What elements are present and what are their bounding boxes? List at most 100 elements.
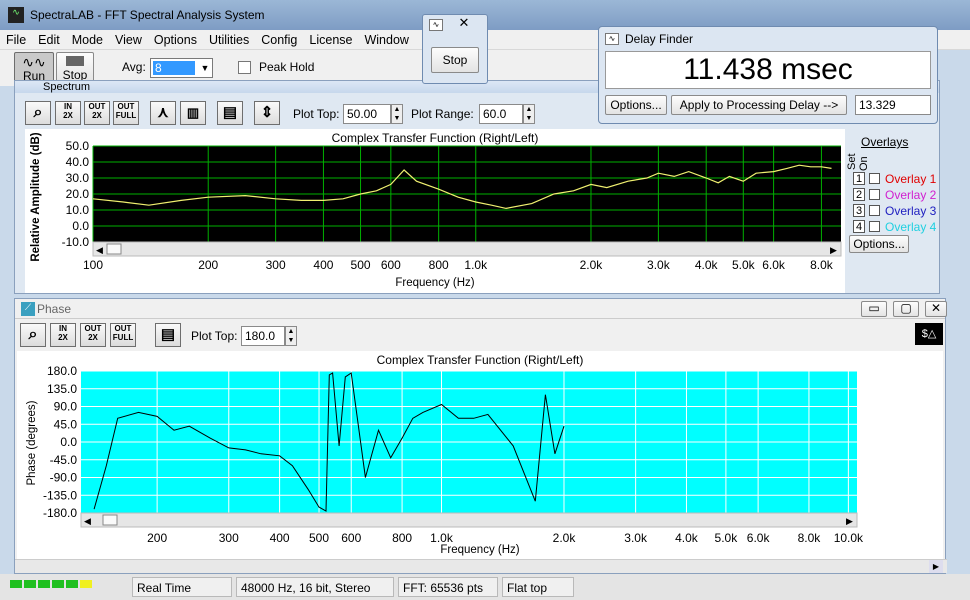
overlay-row: 3 Overlay 3: [853, 203, 943, 219]
spectrum-ytick: 10.0: [66, 203, 90, 217]
plot-top-input[interactable]: 50.00: [343, 104, 391, 124]
scroll-right-icon: ▶: [846, 516, 853, 526]
phase-hscrollbar[interactable]: ▶: [15, 559, 947, 573]
phase-ytick: 180.0: [47, 364, 77, 378]
phase-zoom-out-full-icon[interactable]: OUT FULL: [110, 323, 136, 347]
chevron-down-icon: ▼: [200, 63, 210, 73]
status-bar: Real Time 48000 Hz, 16 bit, Stereo FFT: …: [0, 574, 970, 600]
dialog-stop-button[interactable]: Stop: [431, 47, 479, 73]
spectrum-xtick: 600: [381, 258, 401, 272]
phase-window: ⟋ Phase ▭ ▢ ✕ ⌕ IN 2X OUT 2X OUT FULL ▤ Plo…: [14, 298, 947, 574]
zoom-in-factor: 2X: [63, 111, 73, 120]
delay-options-button[interactable]: Options...: [605, 95, 667, 115]
phase-zoom-in-label: IN: [59, 324, 67, 333]
spectrum-xtick: 6.0k: [762, 258, 786, 272]
phase-ytick: 90.0: [54, 400, 78, 414]
menu-utilities[interactable]: Utilities: [203, 30, 255, 47]
overlay-options-button[interactable]: Options...: [849, 235, 909, 253]
scroll-right-icon[interactable]: ▶: [929, 560, 943, 573]
marker-toggle-icon[interactable]: $△: [915, 323, 943, 345]
phase-plot-top-spinner[interactable]: ▲ ▼: [285, 326, 297, 346]
minimize-button[interactable]: ▭: [861, 301, 887, 317]
spectrum-xtick: 8.0k: [810, 258, 834, 272]
menu-config[interactable]: Config: [255, 30, 303, 47]
peak-hold-label: Peak Hold: [259, 60, 315, 74]
apply-delay-button[interactable]: Apply to Processing Delay -->: [671, 95, 847, 115]
zoom-full-label: OUT: [117, 102, 135, 111]
zoom-in-label: IN: [64, 102, 72, 111]
delay-field[interactable]: 13.329: [855, 95, 931, 115]
phase-zoom-icon[interactable]: ⌕: [20, 323, 46, 347]
phase-title-text: Phase: [37, 302, 72, 316]
zoom-out-2x-icon[interactable]: OUT 2X: [84, 101, 110, 125]
overlay-on-checkbox[interactable]: [869, 173, 880, 184]
peak-marker-icon[interactable]: ⋏: [150, 101, 176, 125]
spectrum-xtick: 1.0k: [464, 258, 488, 272]
spectrum-hscrollbar: [92, 241, 842, 257]
avg-select[interactable]: 8 ▼: [150, 58, 213, 78]
phase-chart: 180.0 135.0 90.0 45.0 0.0 -45.0 -90.0 -135.0 -18…: [43, 364, 864, 545]
status-fft: FFT: 65536 pts: [398, 577, 498, 597]
status-mode: Real Time: [132, 577, 232, 597]
phase-zoom-in-2x-icon[interactable]: IN 2X: [50, 323, 76, 347]
close-button[interactable]: ✕: [925, 301, 947, 317]
overlay-set-button[interactable]: 2: [853, 188, 865, 201]
plot-range-spinner[interactable]: ▲ ▼: [523, 104, 535, 124]
phase-plot-scrollbar: [80, 512, 858, 528]
scroll-right-icon: ▶: [830, 245, 837, 255]
overlay-on-checkbox[interactable]: [869, 221, 880, 232]
delay-finder-icon: ∿: [605, 33, 619, 45]
zoom-out-label: OUT: [88, 102, 106, 111]
menu-license[interactable]: License: [303, 30, 358, 47]
stop-square-icon: [66, 56, 84, 66]
phase-table-icon[interactable]: ▤: [155, 323, 181, 347]
overlay-on-checkbox[interactable]: [869, 189, 880, 200]
spectrum-xtick: 800: [429, 258, 449, 272]
overlay-set-button[interactable]: 3: [853, 204, 865, 217]
overlay-row: 2 Overlay 2: [853, 187, 943, 203]
table-icon[interactable]: ▤: [217, 101, 243, 125]
phase-xtick: 500: [309, 531, 329, 545]
menu-view[interactable]: View: [109, 30, 148, 47]
phase-scroll-thumb: [102, 514, 118, 526]
delay-finder-title: Delay Finder: [625, 32, 694, 46]
spectrum-xtick: 4.0k: [695, 258, 719, 272]
menu-window[interactable]: Window: [358, 30, 414, 47]
spectrum-xtick: 3.0k: [647, 258, 671, 272]
phase-xtick: 5.0k: [715, 531, 739, 545]
phase-zoom-out-label: OUT: [84, 324, 102, 333]
zoom-in-2x-icon[interactable]: IN 2X: [55, 101, 81, 125]
menu-mode[interactable]: Mode: [66, 30, 109, 47]
plot-range-input[interactable]: 60.0: [479, 104, 523, 124]
zoom-full-factor: FULL: [115, 111, 137, 120]
overlay-set-button[interactable]: 4: [853, 220, 865, 233]
menu-options[interactable]: Options: [148, 30, 203, 47]
menu-edit[interactable]: Edit: [32, 30, 66, 47]
level-meter: [10, 580, 96, 594]
autoscale-icon[interactable]: ⇕: [254, 101, 280, 125]
spectrum-chart-panel: Complex Transfer Function (Right/Left) R…: [25, 129, 845, 293]
peak-hold-checkbox[interactable]: [238, 61, 251, 74]
plot-top-label: Plot Top:: [293, 107, 340, 121]
phase-zoom-full-label: OUT: [114, 324, 132, 333]
app-logo-icon: ∿: [8, 7, 24, 23]
phase-plot-top-input[interactable]: 180.0: [241, 326, 285, 346]
zoom-out-full-icon[interactable]: OUT FULL: [113, 101, 139, 125]
overlay-label: Overlay 4: [885, 220, 937, 234]
spectrum-ytick: 50.0: [66, 139, 90, 153]
menu-file[interactable]: File: [0, 30, 32, 47]
spectrum-ytick: 20.0: [66, 187, 90, 201]
overlay-row: 1 Overlay 1: [853, 171, 943, 187]
overlay-set-button[interactable]: 1: [853, 172, 865, 185]
phase-xtick: 800: [392, 531, 412, 545]
overlay-on-checkbox[interactable]: [869, 205, 880, 216]
phase-ytick: -180.0: [43, 506, 77, 520]
dialog-wave-icon: ∿: [429, 19, 443, 31]
maximize-button[interactable]: ▢: [893, 301, 919, 317]
spectrum-xlabel: Frequency (Hz): [395, 277, 475, 289]
phase-zoom-out-2x-icon[interactable]: OUT 2X: [80, 323, 106, 347]
phase-xtick: 300: [219, 531, 239, 545]
bars-icon[interactable]: ▥: [180, 101, 206, 125]
plot-top-spinner[interactable]: ▲ ▼: [391, 104, 403, 124]
dialog-close-icon[interactable]: ✕: [453, 15, 475, 31]
